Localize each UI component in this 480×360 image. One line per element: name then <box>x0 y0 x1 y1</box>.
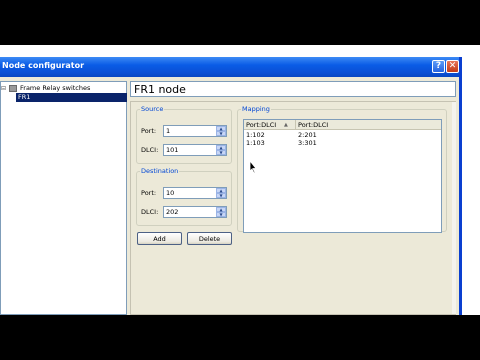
page-title: FR1 node <box>134 83 186 96</box>
destination-group: Destination Port: ▲ ▼ DLCI: ▲ ▼ <box>136 168 232 226</box>
mapping-list[interactable]: Port:DLCI ▲ Port:DLCI 1:102 2:201 1:103 … <box>243 119 442 233</box>
detail-pane: FR1 node Source Port: ▲ ▼ DLCI: ▲ <box>130 81 456 315</box>
destination-dlci-spinner[interactable]: ▲ ▼ <box>163 206 227 218</box>
column-header-destination[interactable]: Port:DLCI <box>296 120 441 130</box>
table-cell: 3:301 <box>298 139 317 147</box>
destination-port-spinner[interactable]: ▲ ▼ <box>163 187 227 199</box>
mapping-legend: Mapping <box>242 105 270 113</box>
source-port-input[interactable] <box>165 126 215 136</box>
tree-item-fr1[interactable]: FR1 <box>1 93 127 102</box>
source-dlci-spinner[interactable]: ▲ ▼ <box>163 144 227 156</box>
column-header-label: Port:DLCI <box>246 121 277 129</box>
sort-ascending-icon: ▲ <box>284 122 288 128</box>
source-dlci-input[interactable] <box>165 145 215 155</box>
node-configurator-window: Node configurator ? ✕ ⊟ Frame Relay swit… <box>0 57 462 315</box>
spin-down-icon[interactable]: ▼ <box>216 193 226 198</box>
node-tree[interactable]: ⊟ Frame Relay switches FR1 <box>0 81 127 315</box>
destination-dlci-label: DLCI: <box>141 208 159 216</box>
destination-port-input[interactable] <box>165 188 215 198</box>
spin-down-icon[interactable]: ▼ <box>216 150 226 155</box>
table-cell: 2:201 <box>298 131 317 139</box>
source-port-spinner[interactable]: ▲ ▼ <box>163 125 227 137</box>
mouse-cursor-icon <box>249 161 257 173</box>
letterbox-top <box>0 0 480 45</box>
source-legend: Source <box>141 105 164 113</box>
tree-item-frame-relay-switches[interactable]: ⊟ Frame Relay switches <box>1 84 127 93</box>
window-title: Node configurator <box>2 61 85 70</box>
mapping-list-header: Port:DLCI ▲ Port:DLCI <box>244 120 441 130</box>
panel-scrollbar[interactable] <box>452 102 456 314</box>
destination-legend: Destination <box>141 167 179 175</box>
table-cell: 1:102 <box>246 131 265 139</box>
delete-button[interactable]: Delete <box>187 232 232 245</box>
tree-item-label: FR1 <box>16 93 127 102</box>
table-row[interactable]: 1:102 2:201 <box>244 131 441 139</box>
spin-down-icon[interactable]: ▼ <box>216 212 226 217</box>
column-header-source[interactable]: Port:DLCI ▲ <box>244 120 296 130</box>
source-group: Source Port: ▲ ▼ DLCI: ▲ ▼ <box>136 106 232 164</box>
close-button[interactable]: ✕ <box>446 60 459 73</box>
column-header-label: Port:DLCI <box>298 121 329 129</box>
table-row[interactable]: 1:103 3:301 <box>244 139 441 147</box>
folder-icon <box>9 85 17 92</box>
tree-item-label: Frame Relay switches <box>20 84 91 92</box>
source-port-label: Port: <box>141 127 157 135</box>
spin-down-icon[interactable]: ▼ <box>216 131 226 136</box>
settings-panel: Source Port: ▲ ▼ DLCI: ▲ ▼ <box>130 101 456 315</box>
letterbox-bottom <box>0 315 480 360</box>
help-button[interactable]: ? <box>432 60 445 73</box>
table-cell: 1:103 <box>246 139 265 147</box>
destination-dlci-input[interactable] <box>165 207 215 217</box>
add-button[interactable]: Add <box>137 232 182 245</box>
node-title-box: FR1 node <box>130 81 456 97</box>
mapping-group: Mapping Port:DLCI ▲ Port:DLCI 1:102 2:20 <box>237 105 447 233</box>
title-bar[interactable]: Node configurator ? ✕ <box>0 57 459 77</box>
destination-port-label: Port: <box>141 189 157 197</box>
source-dlci-label: DLCI: <box>141 146 159 154</box>
collapse-icon[interactable]: ⊟ <box>1 84 6 93</box>
